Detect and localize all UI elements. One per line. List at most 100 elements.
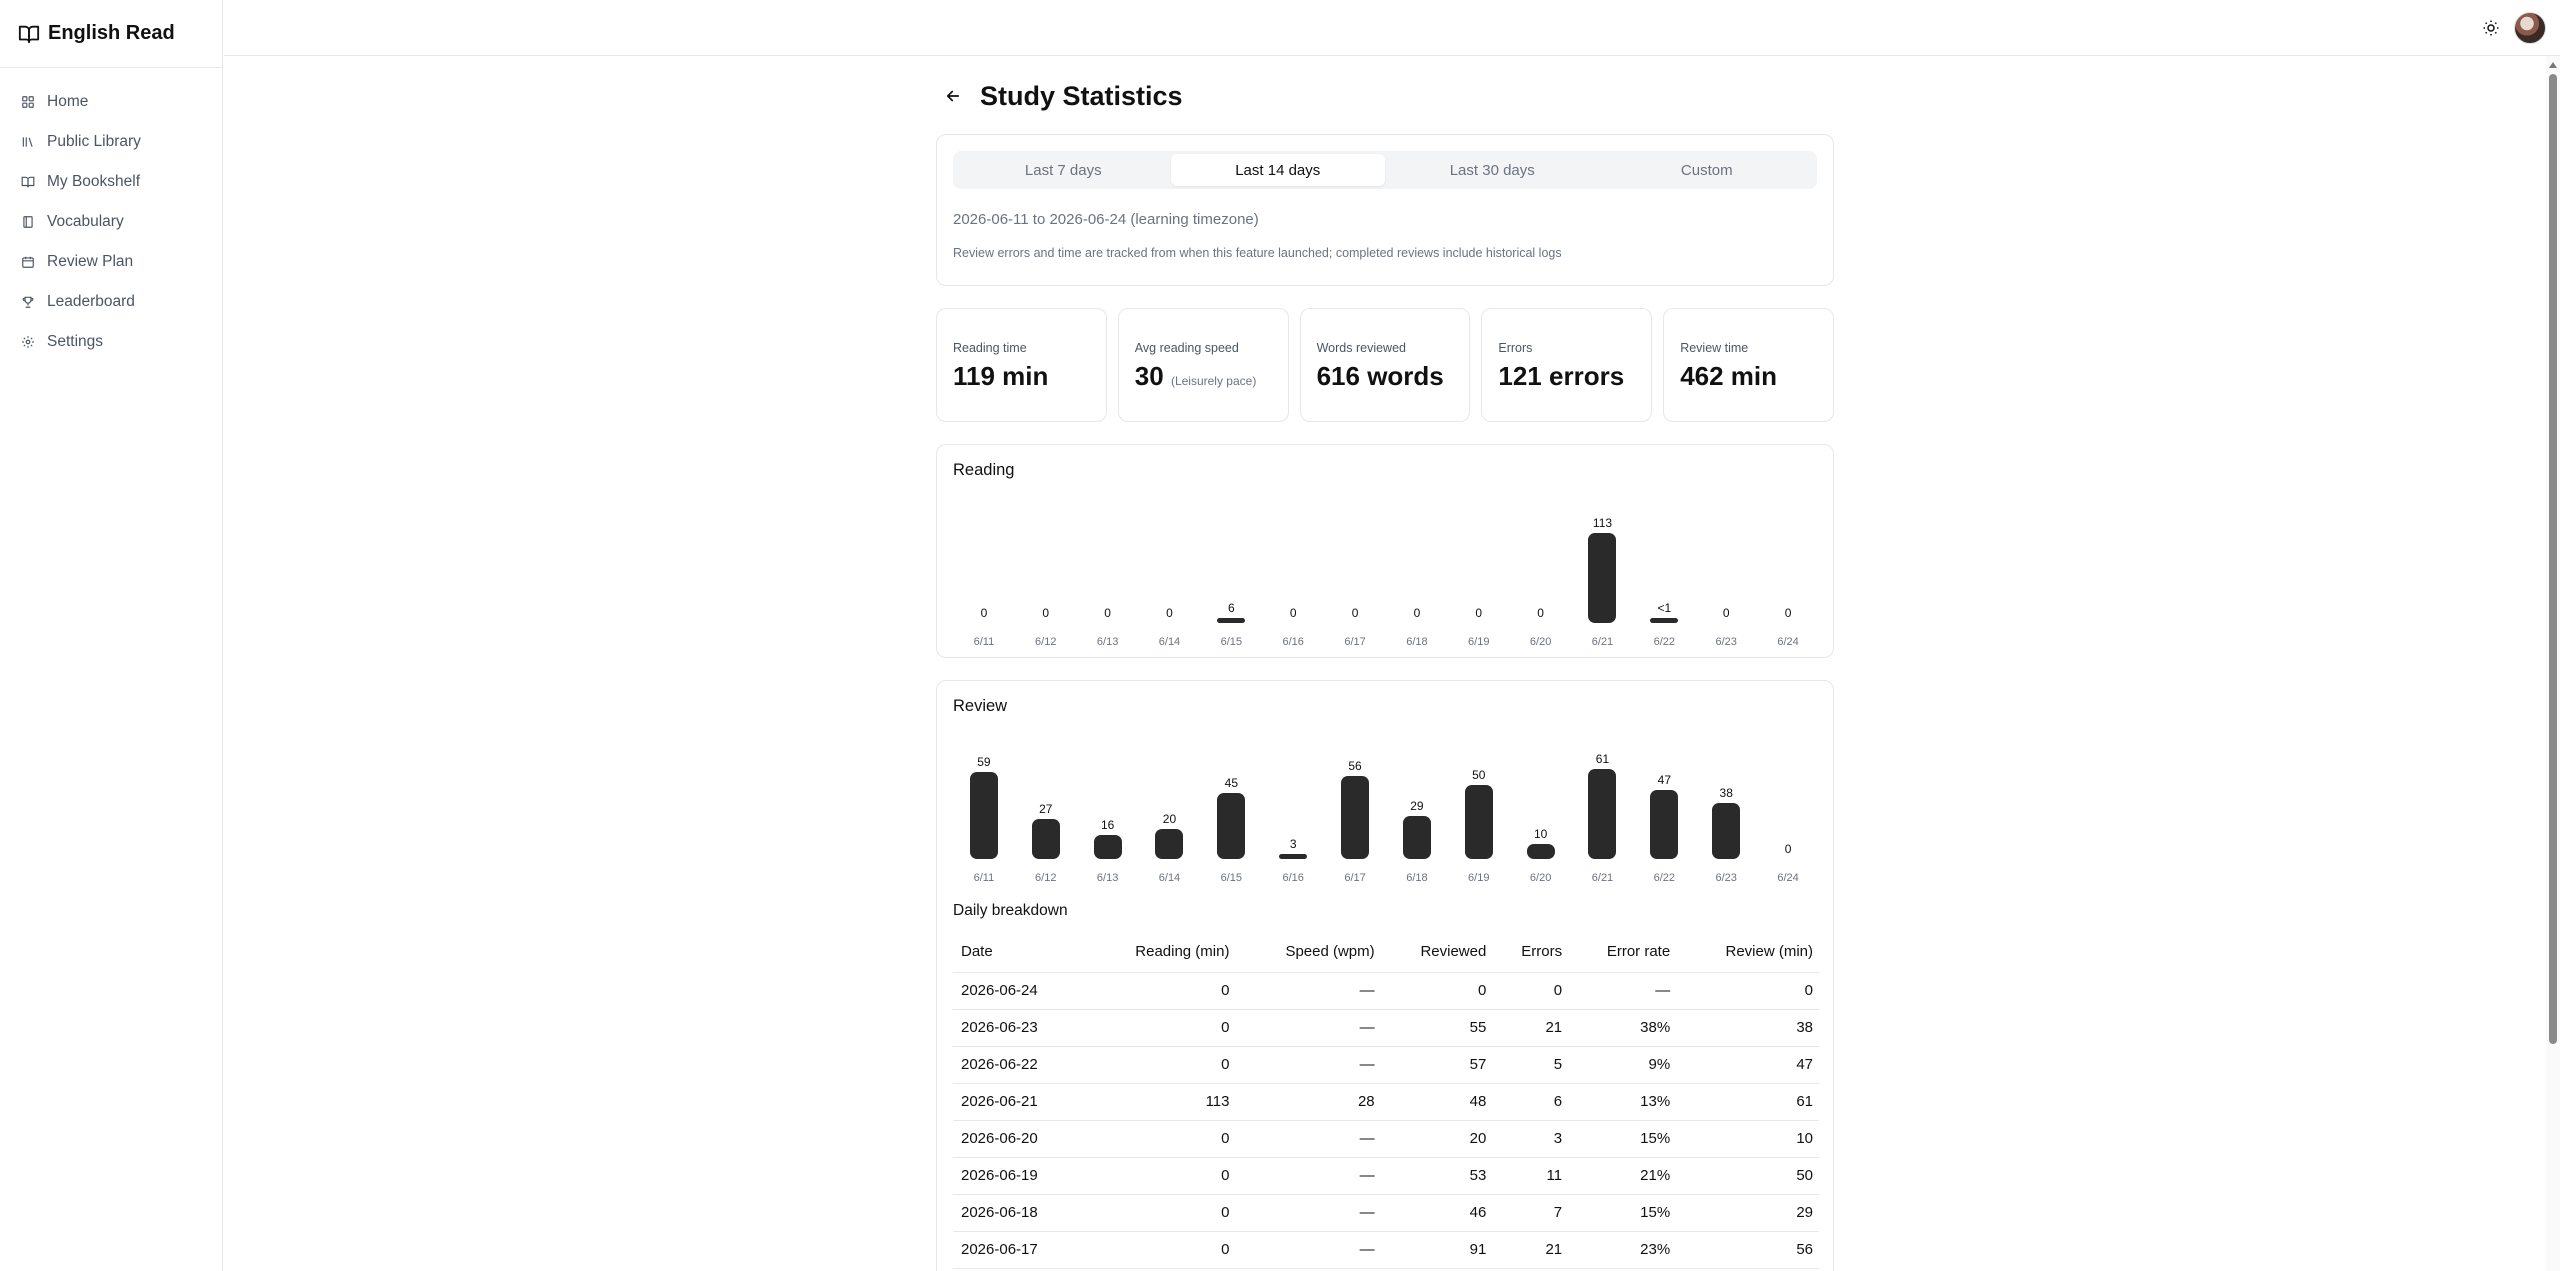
page-scrollbar[interactable] xyxy=(2546,56,2560,1271)
bar[interactable] xyxy=(1341,776,1370,859)
sidebar-item-label: Home xyxy=(47,93,89,110)
table-cell: 0 xyxy=(1083,1157,1236,1195)
sidebar-item-my-bookshelf[interactable]: My Bookshelf xyxy=(0,162,222,202)
tab-last-30-days[interactable]: Last 30 days xyxy=(1385,154,1600,186)
bar[interactable] xyxy=(1650,789,1679,859)
table-cell: 15% xyxy=(1568,1194,1677,1232)
bar[interactable] xyxy=(1588,769,1617,859)
table-cell: — xyxy=(1235,1120,1381,1158)
table-cell: 21 xyxy=(1492,1231,1569,1269)
bar-column: 16 6/13 xyxy=(1077,726,1139,888)
data-label: 56 xyxy=(1348,759,1362,774)
column-header[interactable]: Error rate xyxy=(1568,932,1677,973)
sidebar-item-leaderboard[interactable]: Leaderboard xyxy=(0,282,222,322)
tick-label: 6/16 xyxy=(1282,872,1304,884)
brand-name: English Read xyxy=(48,22,175,44)
scrollbar-thumb[interactable] xyxy=(2549,74,2557,1044)
bar-column: 0 6/12 xyxy=(1015,490,1077,652)
bar-column: 47 6/22 xyxy=(1633,726,1695,888)
column-header[interactable]: Speed (wpm) xyxy=(1235,932,1381,973)
bar[interactable] xyxy=(1093,835,1122,859)
table-cell: 0 xyxy=(1083,1194,1236,1232)
sidebar-item-label: Public Library xyxy=(47,133,141,150)
bar-column: 0 6/18 xyxy=(1386,490,1448,652)
bar-column: 0 6/17 xyxy=(1324,490,1386,652)
scroll-up-arrow-icon[interactable] xyxy=(2549,62,2557,68)
sidebar-item-label: My Bookshelf xyxy=(47,173,141,190)
column-header[interactable]: Reading (min) xyxy=(1083,932,1236,973)
table-cell: 0 xyxy=(1083,1120,1236,1158)
reading-chart-card: Reading 0 6/11 0 6/12 0 6/13 0 6/14 6 6/15 0 6/16 0 6… xyxy=(936,444,1834,658)
table-cell: — xyxy=(1235,1194,1381,1232)
bar[interactable] xyxy=(1464,785,1493,859)
bar-column: 6 6/15 xyxy=(1200,490,1262,652)
bar[interactable] xyxy=(1217,618,1246,623)
column-header[interactable]: Date xyxy=(953,932,1084,973)
tick-label: 6/21 xyxy=(1591,636,1614,648)
bar[interactable] xyxy=(1031,819,1060,859)
table-cell: 48 xyxy=(1380,1083,1493,1121)
daily-breakdown-title: Daily breakdown xyxy=(953,902,1068,919)
table-row: 2026-06-19 0—53 11 21% 50 xyxy=(953,1157,1819,1195)
bar-column: 3 6/16 xyxy=(1262,726,1324,888)
stat-value: 616 words xyxy=(1316,361,1444,391)
tab-last-7-days[interactable]: Last 7 days xyxy=(956,154,1171,186)
data-label: 50 xyxy=(1472,768,1486,783)
table-cell: 0 xyxy=(1083,1009,1236,1047)
sidebar-item-review-plan[interactable]: Review Plan xyxy=(0,242,222,282)
bar[interactable] xyxy=(1588,533,1617,623)
table-cell: 38 xyxy=(1676,1009,1819,1047)
sidebar-item-public-library[interactable]: Public Library xyxy=(0,122,222,162)
bar[interactable] xyxy=(1217,792,1246,859)
bar[interactable] xyxy=(1279,854,1308,859)
book-open-icon xyxy=(21,176,35,188)
bar[interactable] xyxy=(1650,618,1679,623)
tick-label: 6/23 xyxy=(1715,872,1737,884)
sidebar-nav: Home Public Library My Bookshelf Vocabul… xyxy=(0,68,222,362)
tick-label: 6/15 xyxy=(1220,872,1243,884)
tab-last-14-days[interactable]: Last 14 days xyxy=(1170,154,1385,186)
tick-label: 6/11 xyxy=(973,872,995,884)
tick-label: 6/15 xyxy=(1220,636,1243,648)
table-cell: 2026-06-19 xyxy=(953,1157,1084,1195)
brand[interactable]: English Read xyxy=(0,0,222,68)
column-header[interactable]: Errors xyxy=(1492,932,1569,973)
tab-custom[interactable]: Custom xyxy=(1600,154,1815,186)
tick-label: 6/18 xyxy=(1406,636,1428,648)
page-title: Study Statistics xyxy=(980,80,1183,111)
user-avatar[interactable] xyxy=(2514,12,2546,44)
sidebar-item-settings[interactable]: Settings xyxy=(0,322,222,362)
column-header[interactable]: Review (min) xyxy=(1676,932,1819,973)
tick-label: 6/20 xyxy=(1529,636,1552,648)
sun-icon[interactable] xyxy=(2482,19,2500,37)
back-arrow-icon[interactable] xyxy=(944,87,962,105)
bar-column: 45 6/15 xyxy=(1200,726,1262,888)
data-label: 0 xyxy=(980,606,988,620)
bar-column: 59 6/11 xyxy=(953,726,1015,888)
bar-column: 27 6/12 xyxy=(1015,726,1077,888)
gear-icon xyxy=(22,336,34,348)
bar[interactable] xyxy=(969,771,998,859)
column-header[interactable]: Reviewed xyxy=(1380,932,1493,973)
table-cell: 47 xyxy=(1676,1046,1819,1084)
data-label: 10 xyxy=(1533,827,1548,842)
sidebar-item-home[interactable]: Home xyxy=(0,82,222,122)
tick-label: 6/19 xyxy=(1468,872,1490,884)
table-cell: 20 xyxy=(1380,1120,1493,1158)
table-cell: 56 xyxy=(1676,1231,1819,1269)
trophy-icon xyxy=(22,296,34,308)
bar[interactable] xyxy=(1712,802,1741,859)
data-label: 61 xyxy=(1595,752,1610,766)
bar[interactable] xyxy=(1402,816,1431,859)
bar[interactable] xyxy=(1526,844,1555,859)
stat-label: Errors xyxy=(1498,341,1533,355)
table-cell: 0 xyxy=(1492,972,1569,1010)
bar[interactable] xyxy=(1155,829,1184,859)
sidebar-item-vocabulary[interactable]: Vocabulary xyxy=(0,202,222,242)
grid-icon xyxy=(22,96,34,108)
table-cell: 57 xyxy=(1380,1046,1493,1084)
date-range-text: 2026-06-11 to 2026-06-24 (learning timez… xyxy=(953,211,1259,228)
table-cell: — xyxy=(1235,1157,1381,1195)
data-label: 16 xyxy=(1100,818,1115,833)
table-cell: 9% xyxy=(1568,1046,1677,1084)
